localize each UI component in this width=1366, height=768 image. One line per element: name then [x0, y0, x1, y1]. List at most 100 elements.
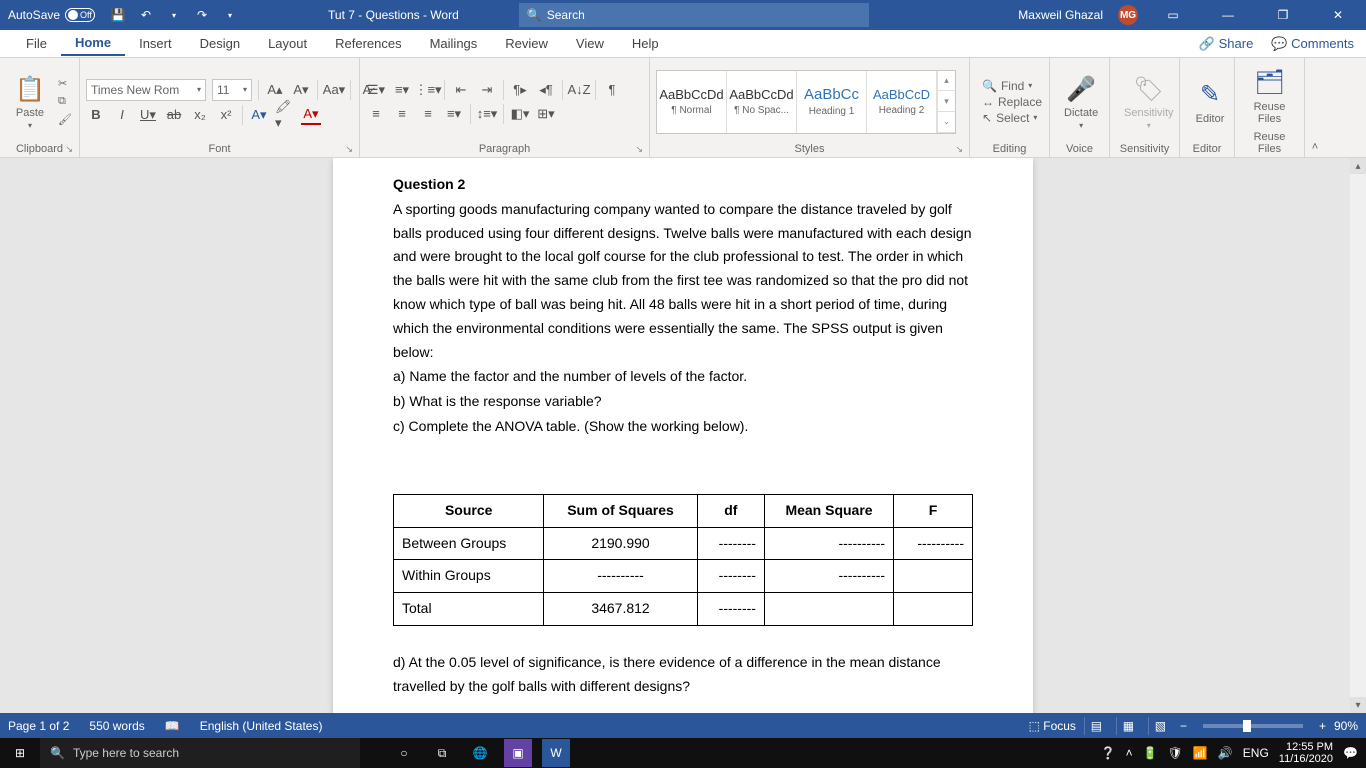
style-normal[interactable]: AaBbCcDd¶ Normal — [657, 71, 727, 133]
cut-icon[interactable]: ✂ — [58, 77, 72, 91]
vertical-scrollbar[interactable]: ▴ ▾ — [1350, 158, 1366, 713]
align-right-icon[interactable]: ≡ — [418, 104, 438, 124]
twitch-icon[interactable]: ▣ — [504, 739, 532, 767]
dictate-button[interactable]: 🎤Dictate▾ — [1056, 69, 1106, 134]
superscript-button[interactable]: x² — [216, 105, 236, 125]
tab-design[interactable]: Design — [186, 32, 254, 55]
read-mode-icon[interactable]: ▤ — [1084, 717, 1108, 735]
show-marks-icon[interactable]: ¶ — [602, 80, 622, 100]
styles-scroll-down-icon[interactable]: ▾ — [937, 91, 955, 112]
multilevel-icon[interactable]: ⋮≡▾ — [418, 80, 438, 100]
grow-font-icon[interactable]: A▴ — [265, 80, 285, 100]
clock[interactable]: 12:55 PM 11/16/2020 — [1279, 741, 1333, 765]
styles-scroll-up-icon[interactable]: ▴ — [937, 71, 955, 92]
borders-icon[interactable]: ⊞▾ — [536, 104, 556, 124]
bullets-icon[interactable]: ☰▾ — [366, 80, 386, 100]
print-layout-icon[interactable]: ▦ — [1116, 717, 1140, 735]
subscript-button[interactable]: x₂ — [190, 105, 210, 125]
start-button[interactable]: ⊞ — [0, 738, 40, 768]
strike-button[interactable]: ab — [164, 105, 184, 125]
replace-button[interactable]: ↔Replace — [982, 95, 1042, 109]
autosave-toggle[interactable]: AutoSave Off — [8, 8, 95, 22]
security-icon[interactable]: 🛡 — [1168, 746, 1183, 760]
share-button[interactable]: 🔗 Share — [1199, 36, 1254, 52]
shading-icon[interactable]: ◧▾ — [510, 104, 530, 124]
user-avatar[interactable]: MG — [1118, 5, 1138, 25]
battery-icon[interactable]: 🔋 — [1143, 746, 1158, 760]
collapse-ribbon-icon[interactable]: ˄ — [1305, 58, 1325, 157]
tab-home[interactable]: Home — [61, 31, 125, 56]
zoom-out-icon[interactable]: − — [1180, 719, 1187, 733]
font-launcher-icon[interactable]: ↘ — [345, 144, 353, 155]
change-case-icon[interactable]: Aa▾ — [324, 80, 344, 100]
copy-icon[interactable]: ⧉ — [58, 95, 72, 109]
taskbar-search[interactable]: 🔍 Type here to search — [40, 738, 360, 768]
minimize-icon[interactable]: — — [1208, 0, 1248, 30]
styles-more-icon[interactable]: ⌄ — [937, 112, 955, 133]
redo-icon[interactable]: ↷ — [194, 7, 210, 23]
language-status[interactable]: English (United States) — [200, 719, 323, 733]
line-spacing-icon[interactable]: ↕≡▾ — [477, 104, 497, 124]
document-area[interactable]: Question 2 A sporting goods manufacturin… — [0, 158, 1366, 713]
align-center-icon[interactable]: ≡ — [392, 104, 412, 124]
italic-button[interactable]: I — [112, 105, 132, 125]
wifi-icon[interactable]: 📶 — [1193, 746, 1208, 760]
maximize-icon[interactable]: ❐ — [1263, 0, 1303, 30]
user-name[interactable]: Maxweil Ghazal — [1018, 8, 1103, 22]
shrink-font-icon[interactable]: A▾ — [291, 80, 311, 100]
style-heading1[interactable]: AaBbCcHeading 1 — [797, 71, 867, 133]
close-icon[interactable]: ✕ — [1318, 0, 1358, 30]
tab-review[interactable]: Review — [491, 32, 562, 55]
increase-indent-icon[interactable]: ⇥ — [477, 80, 497, 100]
underline-button[interactable]: U▾ — [138, 105, 158, 125]
word-count[interactable]: 550 words — [89, 719, 144, 733]
chrome-icon[interactable]: 🌐 — [466, 739, 494, 767]
ltr-icon[interactable]: ¶▸ — [510, 80, 530, 100]
document-page[interactable]: Question 2 A sporting goods manufacturin… — [333, 158, 1033, 713]
editor-button[interactable]: ✎Editor — [1186, 75, 1234, 129]
tray-expand-icon[interactable]: ˄ — [1126, 746, 1133, 760]
paragraph-launcher-icon[interactable]: ↘ — [635, 144, 643, 155]
justify-icon[interactable]: ≡▾ — [444, 104, 464, 124]
comments-button[interactable]: 💬 Comments — [1271, 36, 1354, 52]
font-size-select[interactable]: 11▾ — [212, 79, 252, 101]
scroll-down-icon[interactable]: ▾ — [1350, 697, 1366, 713]
paste-button[interactable]: 📋 Paste ▾ — [6, 69, 54, 134]
zoom-level[interactable]: 90% — [1334, 719, 1358, 733]
save-icon[interactable]: 💾 — [110, 7, 126, 23]
task-view-icon[interactable]: ⧉ — [428, 739, 456, 767]
style-heading2[interactable]: AaBbCcDHeading 2 — [867, 71, 937, 133]
scroll-up-icon[interactable]: ▴ — [1350, 158, 1366, 174]
cortana-icon[interactable]: ○ — [390, 739, 418, 767]
page-status[interactable]: Page 1 of 2 — [8, 719, 69, 733]
spellcheck-icon[interactable]: 📖 — [165, 719, 180, 733]
reuse-files-button[interactable]: 🗂Reuse Files — [1241, 63, 1298, 129]
font-color-icon[interactable]: A▾ — [301, 105, 321, 125]
search-box[interactable]: 🔍 Search — [519, 3, 869, 27]
rtl-icon[interactable]: ◂¶ — [536, 80, 556, 100]
web-layout-icon[interactable]: ▧ — [1148, 717, 1172, 735]
language-indicator[interactable]: ENG — [1243, 746, 1269, 760]
clipboard-launcher-icon[interactable]: ↘ — [65, 144, 73, 155]
tab-view[interactable]: View — [562, 32, 618, 55]
tab-help[interactable]: Help — [618, 32, 673, 55]
tab-insert[interactable]: Insert — [125, 32, 186, 55]
numbering-icon[interactable]: ≡▾ — [392, 80, 412, 100]
volume-icon[interactable]: 🔊 — [1218, 746, 1233, 760]
undo-more-icon[interactable]: ▾ — [166, 7, 182, 23]
highlight-icon[interactable]: 🖍▾ — [275, 105, 295, 125]
tab-file[interactable]: File — [12, 32, 61, 55]
style-nospacing[interactable]: AaBbCcDd¶ No Spac... — [727, 71, 797, 133]
select-button[interactable]: ↖Select ▾ — [982, 111, 1042, 125]
styles-launcher-icon[interactable]: ↘ — [955, 144, 963, 155]
sort-icon[interactable]: A↓Z — [569, 80, 589, 100]
notifications-icon[interactable]: 💬 — [1343, 746, 1358, 760]
qat-customize-icon[interactable]: ▾ — [222, 7, 238, 23]
format-painter-icon[interactable]: 🖌 — [58, 113, 72, 127]
font-name-select[interactable]: Times New Rom▾ — [86, 79, 206, 101]
zoom-slider[interactable] — [1203, 724, 1303, 728]
find-button[interactable]: 🔍Find ▾ — [982, 79, 1042, 93]
styles-gallery[interactable]: AaBbCcDd¶ Normal AaBbCcDd¶ No Spac... Aa… — [656, 70, 956, 134]
word-icon[interactable]: W — [542, 739, 570, 767]
help-icon[interactable]: ❔ — [1101, 746, 1116, 760]
